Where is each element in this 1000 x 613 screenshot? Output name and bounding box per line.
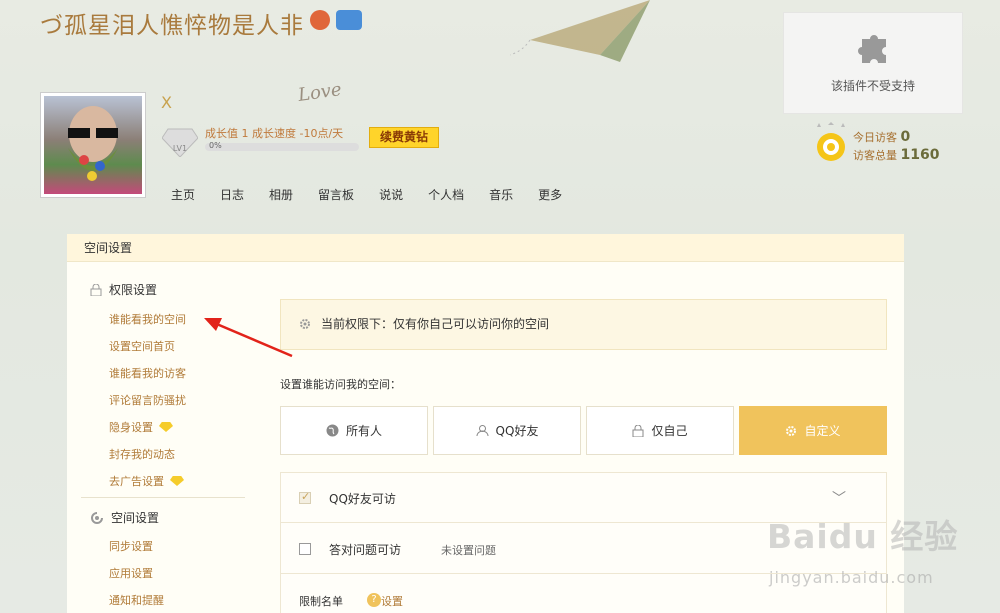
- watermark-url: jingyan.baidu.com: [769, 568, 934, 587]
- watermark-brand: Baidu 经验: [767, 517, 959, 556]
